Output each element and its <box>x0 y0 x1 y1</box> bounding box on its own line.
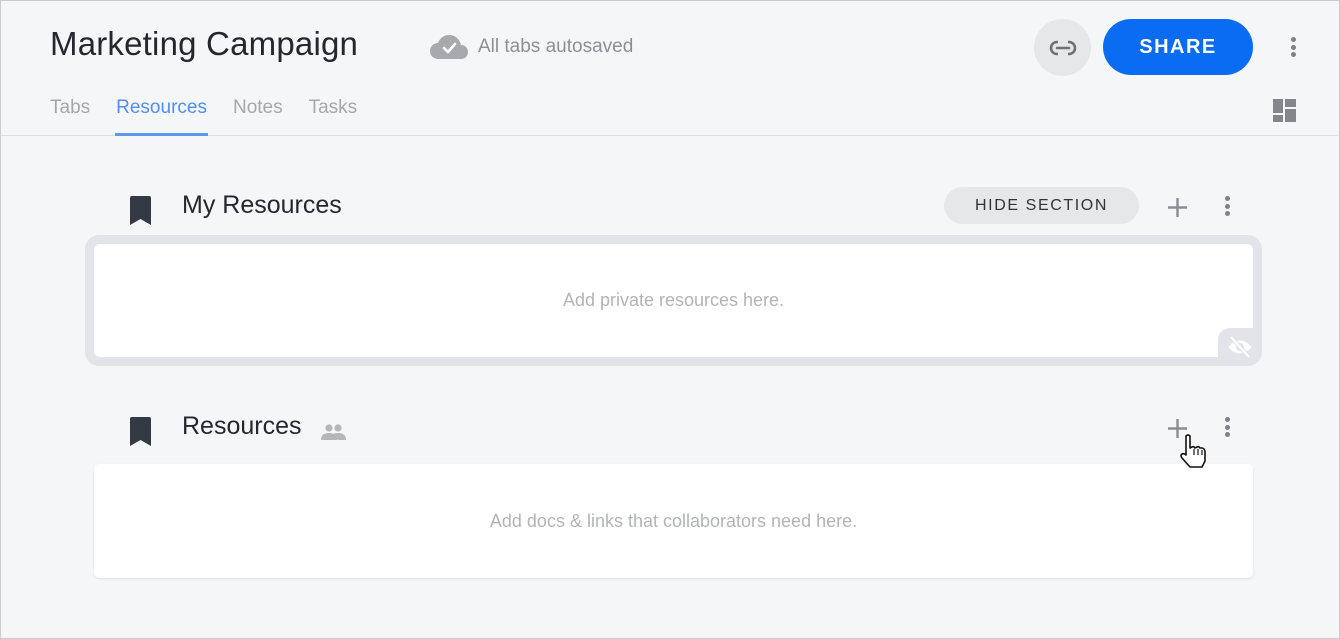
add-icon[interactable] <box>1167 197 1188 218</box>
app-header: Marketing Campaign All tabs autosaved SH… <box>1 1 1339 136</box>
my-resources-header: My Resources HIDE SECTION <box>1 187 1339 229</box>
add-resource-icon[interactable] <box>1167 418 1188 439</box>
tab-bar: Tabs Resources Notes Tasks <box>50 97 383 136</box>
bookmark-icon <box>130 417 151 446</box>
eye-off-icon <box>1228 336 1252 358</box>
section-title: Resources <box>182 412 302 440</box>
private-resources-area[interactable]: Add private resources here. <box>85 235 1262 366</box>
resources-header: Resources <box>1 410 1339 450</box>
tab-notes[interactable]: Notes <box>233 97 283 136</box>
section-title: My Resources <box>182 191 342 219</box>
autosave-status: All tabs autosaved <box>430 34 633 60</box>
tab-tabs[interactable]: Tabs <box>50 97 90 136</box>
shared-placeholder: Add docs & links that collaborators need… <box>489 510 858 531</box>
autosave-text: All tabs autosaved <box>478 36 634 57</box>
page-title: Marketing Campaign <box>50 25 359 62</box>
share-button[interactable]: SHARE <box>1103 19 1253 75</box>
section-more-icon[interactable] <box>1220 414 1234 440</box>
shared-resources-area[interactable]: Add docs & links that collaborators need… <box>94 464 1253 578</box>
hide-section-button[interactable]: HIDE SECTION <box>944 187 1139 224</box>
tab-tasks[interactable]: Tasks <box>309 97 358 136</box>
more-options-icon[interactable] <box>1286 34 1300 60</box>
bookmark-icon <box>130 196 151 225</box>
layout-grid-icon[interactable] <box>1273 99 1296 122</box>
private-placeholder: Add private resources here. <box>562 290 785 310</box>
link-icon <box>1049 39 1076 56</box>
tab-resources[interactable]: Resources <box>115 97 208 136</box>
private-indicator <box>1218 328 1262 366</box>
cloud-check-icon <box>430 35 468 59</box>
people-icon <box>321 424 346 440</box>
copy-link-button[interactable] <box>1034 19 1091 76</box>
section-more-icon[interactable] <box>1220 193 1234 219</box>
